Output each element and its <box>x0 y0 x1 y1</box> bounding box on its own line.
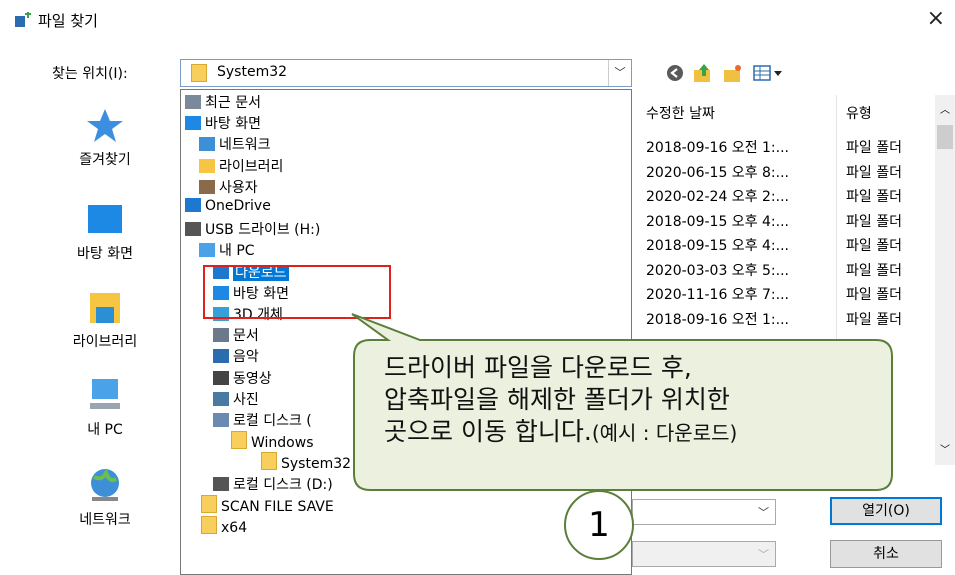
callout-example: (예시 : 다운로드) <box>591 421 738 445</box>
step-number-badge: 1 <box>564 490 634 560</box>
callout-line: 곳으로 이동 합니다. <box>384 417 592 446</box>
callout-line: 압축파일을 해제한 폴더가 위치한 <box>384 385 730 414</box>
callout-line: 드라이버 파일을 다운로드 후, <box>384 353 692 382</box>
callout-shape <box>351 313 893 491</box>
callout-text: 드라이버 파일을 다운로드 후, 압축파일을 해제한 폴더가 위치한 곳으로 이… <box>384 352 884 449</box>
